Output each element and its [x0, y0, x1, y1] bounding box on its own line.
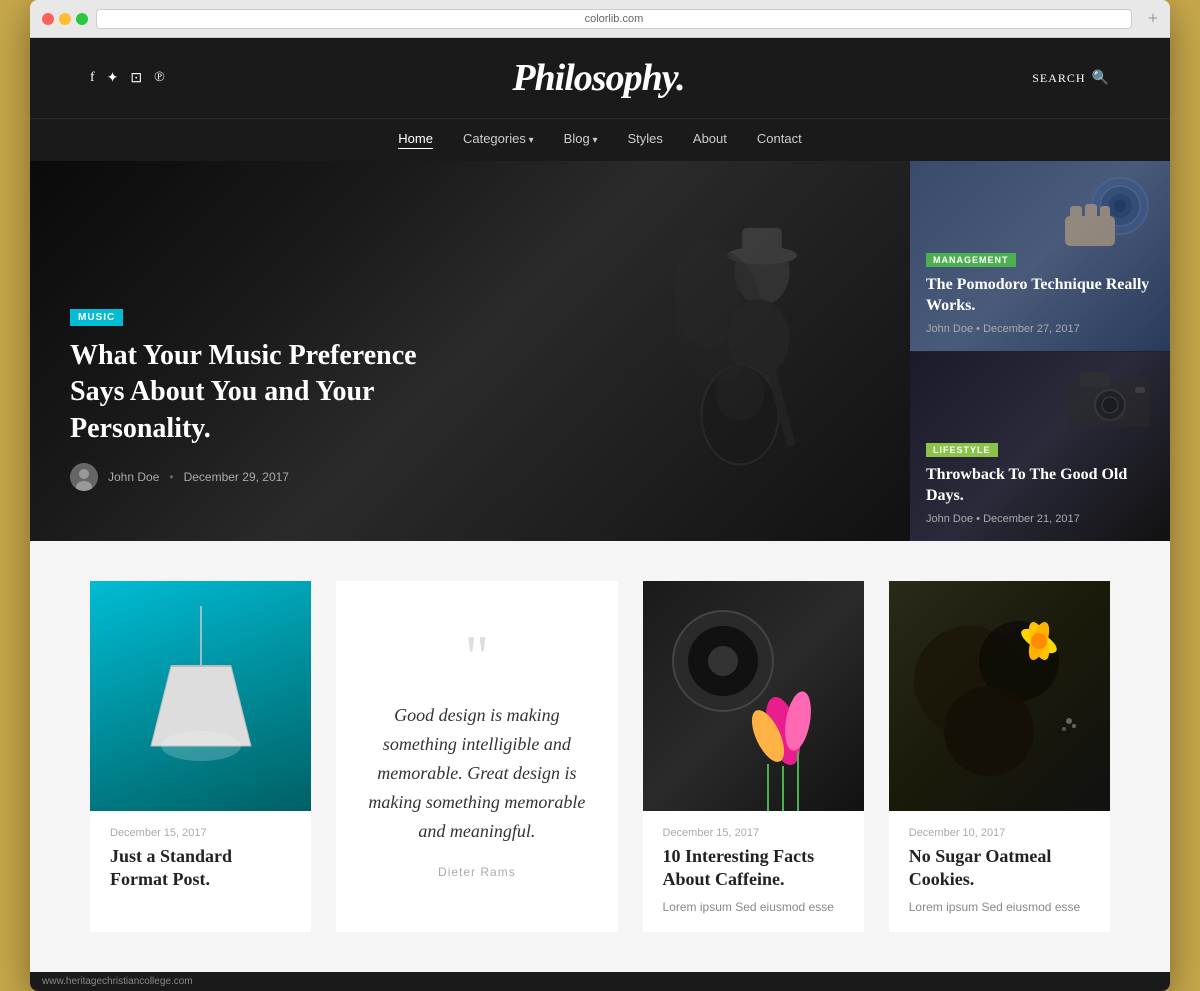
separator: •: [169, 470, 173, 484]
caffeine-card-image: [643, 581, 864, 811]
nav-categories[interactable]: Categories: [463, 131, 534, 149]
oatmeal-card-body: December 10, 2017 No Sugar Oatmeal Cooki…: [889, 811, 1110, 932]
site-title: Philosophy.: [512, 56, 684, 100]
hero-title: What Your Music Preference Says About Yo…: [70, 338, 450, 447]
lamp-card-image: [90, 581, 311, 811]
quote-mark: ": [465, 633, 490, 681]
hero-content: MUSIC What Your Music Preference Says Ab…: [70, 307, 450, 491]
side-card-lifestyle-content: LIFESTYLE Throwback To The Good Old Days…: [926, 440, 1154, 525]
oatmeal-background: [889, 581, 1110, 811]
nav-contact[interactable]: Contact: [757, 131, 802, 149]
caffeine-card-date: December 15, 2017: [663, 827, 844, 839]
instagram-icon[interactable]: ⊡: [130, 70, 142, 87]
oatmeal-illustration: [889, 581, 1109, 811]
nav-home[interactable]: Home: [398, 131, 433, 149]
avatar: [70, 463, 98, 491]
quote-author: Dieter Rams: [438, 865, 516, 879]
hero-date: December 29, 2017: [184, 470, 289, 484]
browser-dots: [42, 13, 88, 25]
twitter-icon[interactable]: ✦: [107, 70, 119, 87]
lamp-illustration: [141, 606, 261, 786]
oatmeal-card-title: No Sugar Oatmeal Cookies.: [909, 845, 1090, 892]
social-icons: f ✦ ⊡ ℗: [90, 70, 165, 87]
caffeine-card-body: December 15, 2017 10 Interesting Facts A…: [643, 811, 864, 932]
coffee-background: [643, 581, 864, 811]
hero-side: MANAGEMENT The Pomodoro Technique Really…: [910, 161, 1170, 541]
nav-about[interactable]: About: [693, 131, 727, 149]
oatmeal-card-date: December 10, 2017: [909, 827, 1090, 839]
oatmeal-card-image: [889, 581, 1110, 811]
music-badge: MUSIC: [70, 309, 123, 326]
author-name: John Doe: [108, 470, 159, 484]
blog-card-lamp[interactable]: December 15, 2017 Just a Standard Format…: [90, 581, 311, 932]
hero-author: John Doe • December 29, 2017: [70, 463, 450, 491]
maximize-button[interactable]: [76, 13, 88, 25]
browser-window: colorlib.com + f ✦ ⊡ ℗ Philosophy. SEARC…: [30, 0, 1170, 991]
caffeine-card-title: 10 Interesting Facts About Caffeine.: [663, 845, 844, 892]
nav-blog[interactable]: Blog: [564, 131, 598, 149]
blog-card-oatmeal[interactable]: December 10, 2017 No Sugar Oatmeal Cooki…: [889, 581, 1110, 932]
hero-section: MUSIC What Your Music Preference Says Ab…: [30, 161, 1170, 541]
blog-card-caffeine[interactable]: December 15, 2017 10 Interesting Facts A…: [643, 581, 864, 932]
side-card-management-author: John Doe • December 27, 2017: [926, 323, 1154, 335]
search-button[interactable]: SEARCH 🔍: [1032, 70, 1110, 87]
oatmeal-card-excerpt: Lorem ipsum Sed eiusmod esse: [909, 898, 1090, 916]
side-card-management[interactable]: MANAGEMENT The Pomodoro Technique Really…: [910, 161, 1170, 351]
site-nav: Home Categories Blog Styles About Contac…: [30, 118, 1170, 161]
side-card-lifestyle[interactable]: LIFESTYLE Throwback To The Good Old Days…: [910, 351, 1170, 542]
quote-card: " Good design is making something intell…: [336, 581, 617, 932]
footer-url: www.heritagechristiancollege.com: [42, 976, 193, 987]
blog-section: December 15, 2017 Just a Standard Format…: [30, 541, 1170, 972]
search-label: SEARCH: [1032, 71, 1085, 86]
equipment-image: [1060, 362, 1160, 432]
lifestyle-badge: LIFESTYLE: [926, 443, 998, 457]
guitar-player-image: [630, 201, 850, 541]
pinterest-icon[interactable]: ℗: [154, 70, 165, 87]
lamp-card-body: December 15, 2017 Just a Standard Format…: [90, 811, 311, 908]
side-card-management-content: MANAGEMENT The Pomodoro Technique Really…: [926, 250, 1154, 335]
caffeine-card-excerpt: Lorem ipsum Sed eiusmod esse: [663, 898, 844, 916]
hero-main: MUSIC What Your Music Preference Says Ab…: [30, 161, 910, 541]
address-bar[interactable]: colorlib.com: [96, 9, 1132, 29]
close-button[interactable]: [42, 13, 54, 25]
browser-bar: colorlib.com +: [30, 0, 1170, 38]
bottom-bar: www.heritagechristiancollege.com: [30, 972, 1170, 991]
lamp-card-title: Just a Standard Format Post.: [110, 845, 291, 892]
site-header: f ✦ ⊡ ℗ Philosophy. SEARCH 🔍: [30, 38, 1170, 118]
lamp-background: [90, 581, 311, 811]
search-icon: 🔍: [1092, 70, 1110, 87]
facebook-icon[interactable]: f: [90, 70, 95, 87]
camera-image: [1065, 176, 1155, 246]
new-tab-button[interactable]: +: [1148, 8, 1158, 29]
side-card-lifestyle-title: Throwback To The Good Old Days.: [926, 465, 1154, 507]
minimize-button[interactable]: [59, 13, 71, 25]
nav-styles[interactable]: Styles: [628, 131, 663, 149]
side-card-lifestyle-author: John Doe • December 21, 2017: [926, 513, 1154, 525]
management-badge: MANAGEMENT: [926, 253, 1016, 267]
coffee-flowers-illustration: [643, 581, 863, 811]
quote-text: Good design is making something intellig…: [366, 701, 587, 845]
lamp-card-date: December 15, 2017: [110, 827, 291, 839]
side-card-management-title: The Pomodoro Technique Really Works.: [926, 275, 1154, 317]
